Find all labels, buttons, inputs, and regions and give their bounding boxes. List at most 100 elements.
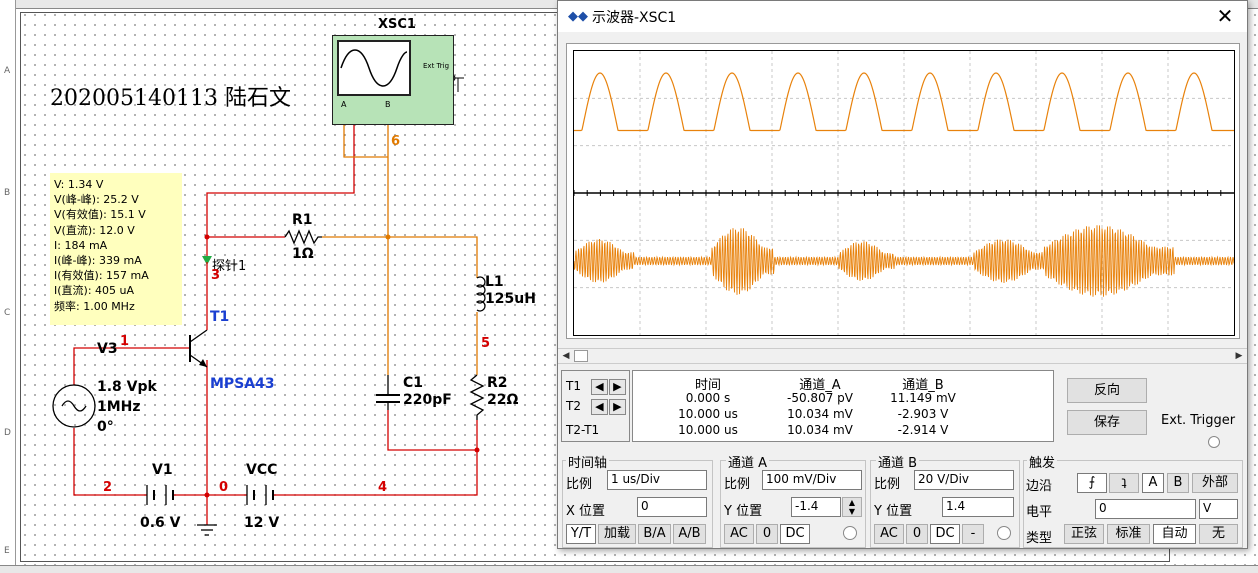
t2-time: 10.000 us — [678, 407, 738, 421]
channel-b-dc-button[interactable]: DC — [930, 524, 960, 544]
window-title: 示波器-XSC1 — [592, 10, 677, 26]
channel-a-scale-field[interactable]: 100 mV/Div — [762, 470, 862, 490]
channel-a-scale-label: 比例 — [724, 477, 751, 492]
l1-name: L1 — [485, 274, 504, 290]
oscilloscope-app-icon: ◆◆ — [568, 9, 588, 24]
falling-edge-button[interactable]: ʇ — [1109, 473, 1139, 493]
t2-left-arrow-icon[interactable]: ◀ — [590, 399, 608, 415]
channel-a-ypos-spinner-icon[interactable]: ▲ ▼ — [842, 497, 862, 517]
timebase-group-label: 时间轴 — [566, 452, 610, 471]
net-6-label: 6 — [391, 134, 401, 149]
channel-b-zero-button[interactable]: 0 — [906, 524, 928, 544]
channel-b-invert-button[interactable]: - — [962, 524, 984, 544]
net-5-label: 5 — [481, 336, 491, 351]
t1-channel-a: -50.807 pV — [787, 391, 853, 405]
trigger-type-sine-button[interactable]: 正弦 — [1064, 524, 1104, 544]
net-3-label: 3 — [211, 268, 221, 283]
measurement-readout: 时间 通道_A 通道_B 0.000 s -50.807 pV 11.149 m… — [632, 370, 1054, 442]
probe-current-rms: I(有效值): 157 mA — [54, 269, 149, 283]
cursor-diff-label: T2-T1 — [566, 423, 600, 437]
window-titlebar[interactable]: ◆◆ 示波器-XSC1 ✕ — [558, 1, 1247, 32]
x-position-field[interactable]: 0 — [637, 497, 707, 517]
v1-value: 0.6 V — [140, 515, 181, 531]
scope-display[interactable] — [573, 50, 1235, 336]
t1-time: 0.000 s — [685, 391, 731, 405]
rising-edge-button[interactable]: ⨍ — [1077, 473, 1107, 493]
trigger-source-a-button[interactable]: A — [1142, 473, 1164, 493]
ba-mode-button[interactable]: B/A — [638, 524, 671, 544]
trigger-level-unit[interactable]: V — [1199, 499, 1238, 519]
channel-b-ac-button[interactable]: AC — [874, 524, 904, 544]
probe-frequency: 频率: 1.00 MHz — [54, 299, 135, 313]
scope-ext-trig-label: Ext Trig — [423, 62, 450, 70]
oscilloscope-component[interactable]: Ext Trig A B — [332, 35, 454, 125]
t2-right-arrow-icon[interactable]: ▶ — [608, 399, 626, 415]
channel-a-zero-button[interactable]: 0 — [756, 524, 778, 544]
channel-b-terminal-icon[interactable] — [997, 526, 1011, 540]
probe-current-pp: I(峰-峰): 339 mA — [54, 254, 142, 268]
schematic-title: 202005140113 陆石文 — [50, 86, 291, 111]
ext-trigger-terminal-icon[interactable] — [1208, 436, 1220, 448]
t1-right-arrow-icon[interactable]: ▶ — [608, 379, 626, 395]
scroll-left-icon[interactable]: ◀ — [558, 349, 574, 363]
ext-trigger-label: Ext. Trigger — [1161, 413, 1236, 428]
channel-a-terminal-icon[interactable] — [843, 526, 857, 540]
probe-voltage-rms: V(有效值): 15.1 V — [54, 208, 146, 222]
x-position-label: X 位置 — [566, 504, 606, 519]
r2-name: R2 — [487, 375, 508, 391]
scope-display-frame — [566, 43, 1240, 339]
t1-channel-b: 11.149 mV — [890, 391, 956, 405]
ab-mode-button[interactable]: A/B — [673, 524, 706, 544]
channel-a-dc-button[interactable]: DC — [780, 524, 810, 544]
channel-a-ypos-field[interactable]: -1.4 — [791, 497, 841, 517]
cursor-controls: T1 ◀ ▶ T2 ◀ ▶ T2-T1 — [561, 370, 630, 442]
trigger-type-none-button[interactable]: 无 — [1199, 524, 1238, 544]
diff-channel-b: -2.914 V — [897, 423, 949, 437]
trigger-type-label: 类型 — [1026, 531, 1053, 546]
scroll-right-icon[interactable]: ▶ — [1231, 349, 1247, 363]
trigger-type-auto-button[interactable]: 自动 — [1153, 524, 1196, 544]
channel-a-ac-button[interactable]: AC — [724, 524, 754, 544]
t1-left-arrow-icon[interactable]: ◀ — [590, 379, 608, 395]
save-button[interactable]: 保存 — [1067, 410, 1147, 435]
trigger-type-normal-button[interactable]: 标准 — [1107, 524, 1150, 544]
t2-channel-b: -2.903 V — [897, 407, 949, 421]
trigger-source-external-button[interactable]: 外部 — [1192, 473, 1238, 493]
close-icon[interactable]: ✕ — [1212, 4, 1238, 28]
v3-phase: 0° — [97, 419, 114, 435]
t1-model: MPSA43 — [210, 376, 275, 392]
probe-readout: V: 1.34 V V(峰-峰): 25.2 V V(有效值): 15.1 V … — [50, 173, 182, 325]
diff-channel-a: 10.034 mV — [787, 423, 853, 437]
channel-b-scale-field[interactable]: 20 V/Div — [914, 470, 1014, 490]
scope-label: XSC1 — [378, 17, 416, 32]
trigger-level-field[interactable]: 0 — [1095, 499, 1196, 519]
net-0-label: 0 — [219, 480, 229, 495]
v3-frequency: 1MHz — [97, 399, 141, 415]
cursor-t2-label: T2 — [566, 399, 581, 413]
trigger-level-label: 电平 — [1026, 505, 1053, 520]
scrollbar-thumb[interactable] — [574, 350, 588, 362]
r1-value: 1Ω — [292, 246, 314, 262]
cursor-t1-label: T1 — [566, 379, 581, 393]
channel-b-ypos-field[interactable]: 1.4 — [942, 497, 1014, 517]
trigger-source-b-button[interactable]: B — [1167, 473, 1189, 493]
cursor-t2-row: T2 ◀ ▶ — [566, 399, 626, 415]
vcc-name: VCC — [246, 462, 278, 478]
horizontal-scrollbar[interactable]: ◀ ▶ — [558, 348, 1247, 364]
v3-amplitude: 1.8 Vpk — [97, 379, 157, 395]
c1-name: C1 — [403, 375, 424, 391]
load-mode-button[interactable]: 加载 — [598, 524, 636, 544]
oscilloscope-window[interactable]: ◆◆ 示波器-XSC1 ✕ ◀ ▶ T1 ◀ ▶ T2 ◀ ▶ T2-T1 时间 通… — [557, 0, 1248, 549]
c1-value: 220pF — [403, 392, 452, 408]
l1-value: 125uH — [485, 291, 536, 307]
r2-value: 22Ω — [487, 392, 519, 408]
r1-name: R1 — [292, 212, 313, 228]
probe-voltage-dc: V(直流): 12.0 V — [54, 223, 135, 237]
yt-mode-button[interactable]: Y/T — [566, 524, 596, 544]
v3-name: V3 — [97, 341, 118, 357]
reverse-button[interactable]: 反向 — [1067, 378, 1147, 403]
net-2-label: 2 — [103, 480, 113, 495]
t1-name: T1 — [210, 309, 230, 325]
timebase-scale-field[interactable]: 1 us/Div — [607, 470, 707, 490]
scope-graticule — [573, 51, 1235, 335]
